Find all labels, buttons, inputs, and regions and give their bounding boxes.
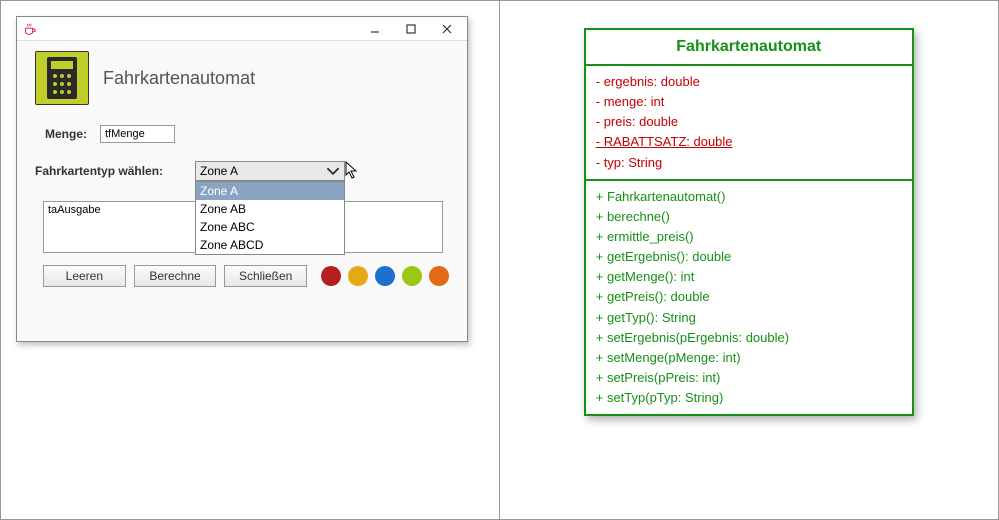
type-label: Fahrkartentyp wählen: [35, 164, 195, 178]
color-dot [429, 266, 449, 286]
combo-option[interactable]: Zone ABCD [196, 236, 344, 254]
combo-option[interactable]: Zone AB [196, 200, 344, 218]
window-titlebar [17, 17, 467, 41]
uml-method: + setPreis(pPreis: int) [596, 368, 902, 388]
uml-method: + getMenge(): int [596, 267, 902, 287]
uml-method: + getTyp(): String [596, 308, 902, 328]
app-title: Fahrkartenautomat [103, 68, 255, 89]
color-dot [402, 266, 422, 286]
menge-row: Menge: [35, 125, 449, 143]
combo-selected-text: Zone A [200, 164, 238, 178]
uml-class-name: Fahrkartenautomat [586, 30, 912, 66]
uml-method: + getErgebnis(): double [596, 247, 902, 267]
combo-option[interactable]: Zone ABC [196, 218, 344, 236]
type-combobox[interactable]: Zone A Zone A Zone AB Zone ABC Zone ABCD [195, 161, 345, 181]
left-panel: Fahrkartenautomat Menge: Fahrkartentyp w… [1, 1, 500, 519]
page-container: Fahrkartenautomat Menge: Fahrkartentyp w… [0, 0, 999, 520]
close-button[interactable]: Schließen [224, 265, 307, 287]
uml-attribute: - typ: String [596, 153, 902, 173]
java-icon [23, 22, 37, 36]
chevron-down-icon [326, 164, 340, 178]
minimize-button[interactable] [361, 20, 389, 38]
uml-method: + setMenge(pMenge: int) [596, 348, 902, 368]
uml-method: + berechne() [596, 207, 902, 227]
uml-attribute: - preis: double [596, 112, 902, 132]
uml-attribute: - RABATTSATZ: double [596, 132, 902, 152]
uml-attributes: - ergebnis: double- menge: int- preis: d… [586, 66, 912, 181]
uml-method: + setTyp(pTyp: String) [596, 388, 902, 408]
uml-method: + getPreis(): double [596, 287, 902, 307]
uml-attribute: - ergebnis: double [596, 72, 902, 92]
uml-method: + ermittle_preis() [596, 227, 902, 247]
maximize-button[interactable] [397, 20, 425, 38]
close-window-button[interactable] [433, 20, 461, 38]
uml-method: + setErgebnis(pErgebnis: double) [596, 328, 902, 348]
menge-input[interactable] [100, 125, 175, 143]
color-dot [375, 266, 395, 286]
window-body: Fahrkartenautomat Menge: Fahrkartentyp w… [17, 41, 467, 297]
uml-method: + Fahrkartenautomat() [596, 187, 902, 207]
uml-methods: + Fahrkartenautomat()+ berechne()+ ermit… [586, 181, 912, 415]
uml-attribute: - menge: int [596, 92, 902, 112]
calculate-button[interactable]: Berechne [134, 265, 217, 287]
menge-label: Menge: [45, 127, 100, 141]
type-row: Fahrkartentyp wählen: Zone A Zone A Zone… [25, 161, 449, 181]
window-controls [361, 20, 461, 38]
right-panel: Fahrkartenautomat - ergebnis: double- me… [500, 1, 999, 519]
titlebar-left [23, 22, 37, 36]
color-dot [348, 266, 368, 286]
combo-selected[interactable]: Zone A [195, 161, 345, 181]
app-window: Fahrkartenautomat Menge: Fahrkartentyp w… [16, 16, 468, 342]
app-header: Fahrkartenautomat [35, 51, 449, 105]
button-row: Leeren Berechne Schließen [43, 265, 449, 287]
combo-dropdown: Zone A Zone AB Zone ABC Zone ABCD [195, 181, 345, 255]
calculator-icon [35, 51, 89, 105]
clear-button[interactable]: Leeren [43, 265, 126, 287]
cursor-icon [345, 161, 361, 184]
color-dot [321, 266, 341, 286]
color-dots [321, 266, 449, 286]
uml-class-diagram: Fahrkartenautomat - ergebnis: double- me… [584, 28, 914, 416]
combo-option[interactable]: Zone A [196, 182, 344, 200]
